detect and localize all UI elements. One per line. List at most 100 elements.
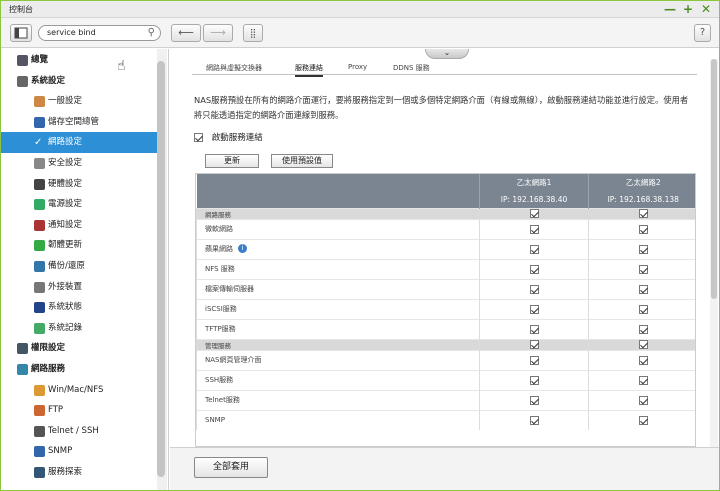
maximize-button[interactable]: + [681, 1, 695, 18]
checkbox-cell[interactable] [479, 258, 589, 279]
service-checkbox[interactable] [529, 284, 539, 294]
tab-proxy[interactable]: Proxy [348, 63, 367, 73]
checkbox-cell[interactable] [479, 298, 589, 319]
checkbox-cell[interactable] [479, 389, 589, 410]
service-checkbox[interactable] [638, 304, 648, 314]
sidebar-scrollbar[interactable] [157, 49, 167, 490]
sidebar-item-5[interactable]: 安全設定 [1, 153, 157, 174]
checkbox-cell[interactable] [588, 238, 695, 259]
refresh-button[interactable]: 更新 [205, 154, 259, 168]
service-checkbox[interactable] [638, 355, 648, 365]
checkbox-cell[interactable] [479, 238, 589, 259]
enable-service-binding-checkbox[interactable] [194, 133, 203, 142]
group-checkbox-cell[interactable] [588, 338, 695, 350]
info-icon[interactable]: i [238, 244, 247, 253]
apply-all-button[interactable]: 全部套用 [194, 457, 268, 478]
sidebar-item-3[interactable]: 儲存空間總管 [1, 112, 157, 133]
sidebar-item-4[interactable]: ✓ 網路設定 [1, 132, 157, 154]
sidebar-item-15[interactable]: 網路服務 [1, 359, 157, 380]
checkbox-cell[interactable] [479, 369, 589, 390]
sidebar-item-16[interactable]: Win/Mac/NFS [1, 380, 157, 401]
sidebar-item-9[interactable]: 韌體更新 [1, 235, 157, 256]
service-checkbox[interactable] [529, 355, 539, 365]
close-button[interactable]: ✕ [699, 1, 713, 18]
collapse-panel-button[interactable]: ⌄ [425, 49, 469, 59]
service-checkbox[interactable] [638, 375, 648, 385]
window-title: 控制台 [9, 5, 33, 14]
checkbox-cell[interactable] [588, 318, 695, 339]
tab-ddns[interactable]: DDNS 服務 [393, 63, 430, 75]
enable-service-binding[interactable]: 啟動服務連結 [194, 131, 263, 143]
service-checkbox[interactable] [529, 375, 539, 385]
group-checkbox-cell[interactable] [479, 207, 589, 219]
sidebar-item-18[interactable]: Telnet / SSH [1, 421, 157, 442]
minimize-button[interactable]: — [663, 1, 677, 18]
sidebar-item-8[interactable]: 通知設定 [1, 215, 157, 236]
toolbar: service bind ⚲ ⟵ ⟶ ⣿ ? [1, 18, 719, 48]
checkbox-cell[interactable] [479, 349, 589, 370]
service-checkbox[interactable] [638, 244, 648, 254]
service-checkbox[interactable] [638, 224, 648, 234]
checkbox-cell[interactable] [588, 349, 695, 370]
back-button[interactable]: ⟵ [171, 24, 201, 42]
service-checkbox[interactable] [529, 324, 539, 334]
checkbox-cell[interactable] [588, 258, 695, 279]
help-button[interactable]: ? [694, 24, 711, 42]
sidebar-item-10[interactable]: 備份/還原 [1, 256, 157, 277]
group-checkbox[interactable] [638, 340, 648, 349]
service-checkbox[interactable] [529, 264, 539, 274]
group-label: 網路服務 [196, 207, 480, 219]
service-checkbox[interactable] [638, 395, 648, 405]
sidebar-item-12[interactable]: 系統狀態 [1, 297, 157, 318]
group-checkbox[interactable] [638, 209, 648, 218]
checkbox-cell[interactable] [588, 298, 695, 319]
sidebar-item-20[interactable]: 服務探索 [1, 462, 157, 483]
tab-service-binding[interactable]: 服務連結 [295, 63, 323, 77]
sidebar-item-11[interactable]: 外接裝置 [1, 277, 157, 298]
sidebar-item-1[interactable]: 系統設定 [1, 71, 157, 92]
service-checkbox[interactable] [529, 415, 539, 425]
group-checkbox-cell[interactable] [479, 338, 589, 350]
service-checkbox[interactable] [638, 264, 648, 274]
tab-network-switch[interactable]: 網路與虛擬交換器 [206, 63, 262, 75]
service-checkbox[interactable] [638, 415, 648, 425]
sidebar-item-14[interactable]: 權限設定 [1, 338, 157, 359]
group-checkbox[interactable] [529, 340, 539, 349]
service-checkbox[interactable] [529, 224, 539, 234]
table-row: iSCSI服務 [196, 298, 695, 319]
service-checkbox[interactable] [638, 284, 648, 294]
group-checkbox-cell[interactable] [588, 207, 695, 219]
checkbox-cell[interactable] [479, 278, 589, 299]
service-checkbox[interactable] [529, 395, 539, 405]
content-scroll-thumb[interactable] [711, 59, 717, 299]
search-input[interactable]: service bind ⚲ [38, 25, 161, 41]
firmware-icon [34, 240, 45, 252]
apps-grid-button[interactable]: ⣿ [243, 24, 263, 42]
footer-bar: 全部套用 [170, 447, 719, 490]
service-checkbox[interactable] [529, 244, 539, 254]
sidebar-item-7[interactable]: 電源設定 [1, 194, 157, 215]
use-default-button[interactable]: 使用預設值 [271, 154, 333, 168]
sidebar-item-0[interactable]: 總覽 [1, 50, 157, 71]
checkbox-cell[interactable] [588, 409, 695, 430]
checkbox-cell[interactable] [479, 409, 589, 430]
sidebar-item-2[interactable]: 一般設定 [1, 91, 157, 112]
checkbox-cell[interactable] [588, 218, 695, 239]
checkbox-cell[interactable] [588, 389, 695, 410]
checkbox-cell[interactable] [479, 218, 589, 239]
sidebar-item-label: 電源設定 [48, 199, 83, 210]
checkbox-cell[interactable] [588, 278, 695, 299]
service-checkbox[interactable] [529, 304, 539, 314]
forward-button[interactable]: ⟶ [203, 24, 233, 42]
checkbox-cell[interactable] [588, 369, 695, 390]
checkbox-cell[interactable] [479, 318, 589, 339]
group-checkbox[interactable] [529, 209, 539, 218]
sidebar-item-13[interactable]: 系統記錄 [1, 318, 157, 339]
sidebar-scroll-thumb[interactable] [157, 61, 165, 477]
search-icon[interactable]: ⚲ [148, 26, 155, 40]
sidebar-item-19[interactable]: SNMP [1, 441, 157, 462]
sidebar-toggle-button[interactable] [10, 24, 32, 42]
service-checkbox[interactable] [638, 324, 648, 334]
sidebar-item-17[interactable]: FTP [1, 400, 157, 421]
sidebar-item-6[interactable]: 硬體設定 [1, 174, 157, 195]
